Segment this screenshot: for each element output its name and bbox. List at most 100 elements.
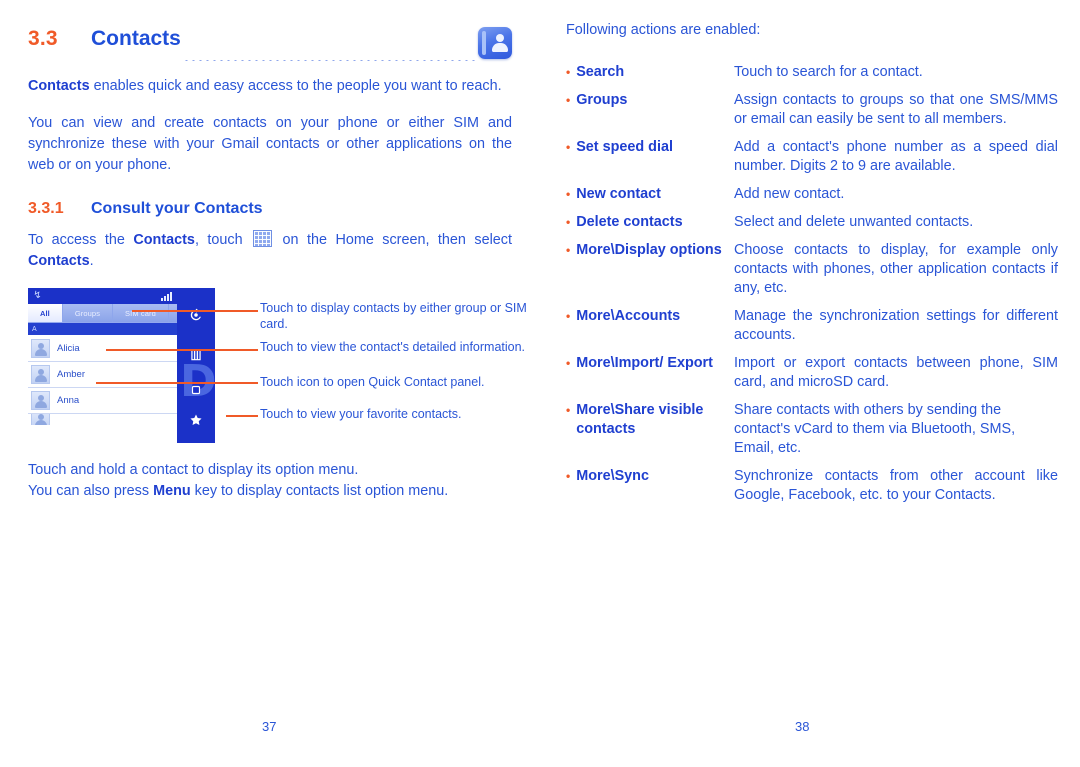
action-term-label: More\Import/ Export (576, 355, 713, 371)
closing-line-2: You can also press Menu key to display c… (28, 481, 512, 502)
page-number-left: 37 (262, 719, 277, 734)
action-term: • Set speed dial (566, 138, 734, 176)
bullet-icon: • (566, 356, 571, 370)
subsection-number: 3.3.1 (28, 200, 64, 217)
access-part-4: . (89, 253, 94, 269)
bullet-icon: • (566, 93, 571, 107)
access-part-1: To access the (28, 232, 134, 248)
action-description: Assign contacts to groups so that one SM… (734, 92, 1058, 127)
action-description: Import or export contacts between phone,… (734, 355, 1058, 390)
paragraph-2: You can view and create contacts on your… (28, 115, 512, 173)
action-row-search: • Search Touch to search for a contact. (566, 63, 1058, 82)
tab-sim-card[interactable]: SIM card (113, 304, 169, 322)
action-term-label: Search (576, 64, 625, 80)
action-row-more-accounts: • More\Accounts Manage the synchronizati… (566, 307, 1058, 345)
action-term-label: More\Sync (576, 468, 649, 484)
callout-text-3: Touch icon to open Quick Contact panel. (260, 375, 485, 389)
usb-icon: ↯ (33, 290, 42, 301)
tab-groups[interactable]: Groups (62, 304, 114, 322)
action-term: • Delete contacts (566, 213, 734, 232)
actions-table: • Search Touch to search for a contact. … (566, 63, 1058, 505)
callout-text-4: Touch to view your favorite contacts. (260, 407, 462, 421)
action-term: • Groups (566, 91, 734, 129)
page-right: Following actions are enabled: • Search … (540, 0, 1080, 767)
action-description: Choose contacts to display, for example … (734, 242, 1058, 296)
action-row-more-display-options: • More\Display options Choose contacts t… (566, 241, 1058, 298)
bullet-icon: • (566, 403, 571, 417)
access-instruction: To access the Contacts, touch on the Hom… (28, 230, 512, 272)
callout-leader-line-3 (96, 382, 258, 384)
actions-intro: Following actions are enabled: (566, 22, 761, 38)
quick-contact-icon[interactable] (189, 383, 203, 397)
page-number-right: 38 (795, 719, 810, 734)
access-part-2: , touch (194, 232, 252, 248)
action-term: • More\Share visible contacts (566, 401, 734, 458)
bullet-icon: • (566, 215, 571, 229)
action-term-label: Groups (576, 92, 628, 108)
action-description: Share contacts with others by sending th… (734, 402, 1016, 456)
subsection-title: Consult your Contacts (91, 200, 263, 217)
closing-line-1: Touch and hold a contact to display its … (28, 462, 359, 478)
favorites-star-icon[interactable] (189, 413, 203, 427)
bullet-icon: • (566, 187, 571, 201)
callout-text-1: Touch to display contacts by either grou… (260, 301, 527, 331)
tab-all[interactable]: All (28, 304, 63, 322)
section-heading: 3.3 Contacts (28, 26, 512, 64)
action-description: Add a contact's phone number as a speed … (734, 139, 1058, 174)
subsection-heading: 3.3.1 Consult your Contacts (28, 200, 512, 218)
app-drawer-grid-icon (253, 230, 273, 247)
action-row-new-contact: • New contact Add new contact. (566, 185, 1058, 204)
callout-leader-line-1 (132, 310, 258, 312)
closing-part-2: key to display contacts list option menu… (190, 483, 449, 499)
contact-name: Anna (57, 395, 80, 406)
action-row-more-share-visible-contacts: • More\Share visible contacts Share cont… (566, 401, 1058, 458)
action-row-groups: • Groups Assign contacts to groups so th… (566, 91, 1058, 129)
page-left: 3.3 Contacts Contacts enables quick and … (0, 0, 540, 767)
action-term-label: More\Accounts (576, 308, 681, 324)
action-term: • More\Import/ Export (566, 354, 734, 392)
callout-leader-line-4 (226, 415, 258, 417)
contact-avatar-icon[interactable] (31, 391, 50, 410)
access-part-3: on the Home screen, then select (274, 232, 512, 248)
contact-name: Amber (57, 369, 85, 380)
action-term-label: Delete contacts (576, 214, 683, 230)
action-term: • More\Display options (566, 241, 734, 298)
action-row-more-sync: • More\Sync Synchronize contacts from ot… (566, 467, 1058, 505)
action-description: Touch to search for a contact. (734, 64, 923, 80)
menu-key-bold: Menu (153, 483, 191, 499)
action-term-label: More\Share visible contacts (576, 402, 704, 437)
action-row-more-import-export: • More\Import/ Export Import or export c… (566, 354, 1058, 392)
bullet-icon: • (566, 243, 571, 257)
action-row-set-speed-dial: • Set speed dial Add a contact's phone n… (566, 138, 1058, 176)
contacts-person-icon (478, 27, 512, 64)
callout-leader-line-2 (106, 349, 258, 351)
closing-part-1: You can also press (28, 483, 154, 499)
action-description: Add new contact. (734, 186, 845, 202)
access-bold-contacts-1: Contacts (133, 232, 195, 248)
action-term: • New contact (566, 185, 734, 204)
contact-avatar-icon[interactable] (31, 339, 50, 358)
intro-lead-rest: enables quick and easy access to the peo… (89, 78, 502, 94)
contact-avatar-icon[interactable] (31, 365, 50, 384)
bullet-icon: • (566, 309, 571, 323)
action-term: • More\Accounts (566, 307, 734, 345)
bullet-icon: • (566, 65, 571, 79)
action-term-label: New contact (576, 186, 661, 202)
action-term-label: More\Display options (576, 242, 722, 258)
action-term-label: Set speed dial (576, 139, 673, 155)
action-description: Synchronize contacts from other account … (734, 468, 1058, 503)
section-title: Contacts (91, 27, 181, 50)
action-term: • Search (566, 63, 734, 82)
bullet-icon: • (566, 140, 571, 154)
intro-paragraph: Contacts enables quick and easy access t… (28, 76, 512, 97)
contact-name: Alicia (57, 343, 80, 354)
action-description: Select and delete unwanted contacts. (734, 214, 974, 230)
section-number: 3.3 (28, 27, 58, 50)
intro-lead-bold: Contacts (28, 78, 90, 94)
contacts-screen-figure: ↯ 11:12 All Groups SIM card Phone A (28, 288, 527, 448)
bullet-icon: • (566, 469, 571, 483)
signal-bars-icon (161, 292, 175, 301)
contact-avatar-icon[interactable] (31, 414, 50, 425)
action-row-delete-contacts: • Delete contacts Select and delete unwa… (566, 213, 1058, 232)
callout-text-2: Touch to view the contact's detailed inf… (260, 340, 526, 354)
